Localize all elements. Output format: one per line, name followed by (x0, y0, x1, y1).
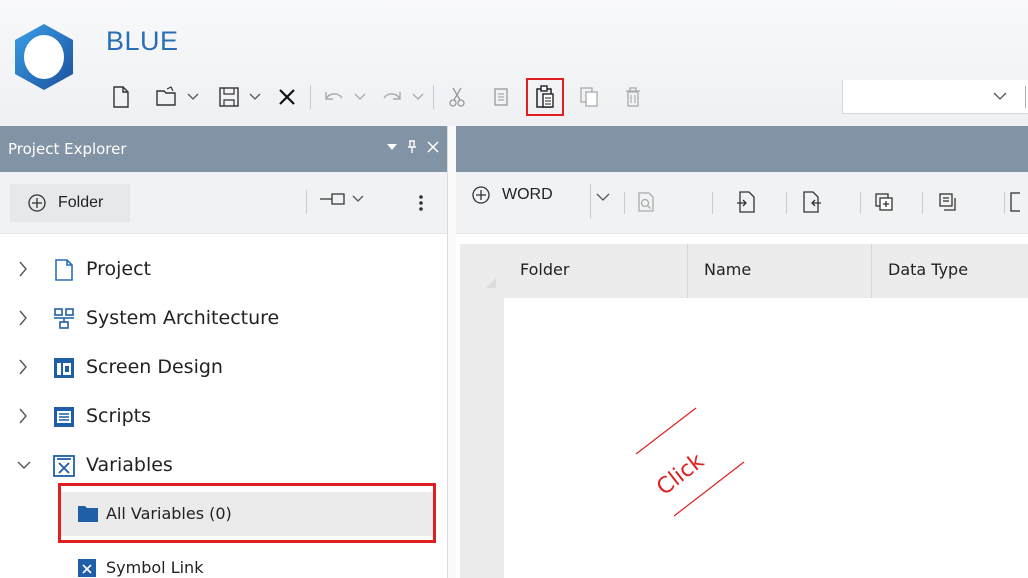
tree-item-label: Screen Design (86, 356, 223, 378)
add-row-icon[interactable] (870, 188, 898, 216)
add-folder-button[interactable]: Folder (10, 184, 130, 222)
chevron-down-icon[interactable] (16, 460, 32, 470)
word-button-label: WORD (502, 186, 553, 203)
tree-item-label: Symbol Link (106, 558, 204, 577)
chevron-down-icon (352, 195, 364, 202)
grid-body[interactable] (504, 298, 1028, 578)
export-icon[interactable] (798, 188, 826, 216)
tree-item-symbol-link[interactable]: Symbol Link (60, 546, 434, 578)
chevron-down-icon[interactable] (596, 192, 610, 202)
panel-close-icon[interactable] (427, 141, 439, 153)
add-word-button[interactable]: WORD (472, 186, 553, 204)
main-toolbar (104, 78, 650, 116)
new-file-icon[interactable] (104, 80, 138, 114)
tree-item-scripts[interactable]: Scripts (0, 395, 448, 439)
panel-toolbar: Folder (0, 172, 447, 234)
column-label: Name (704, 260, 752, 279)
cut-icon[interactable] (440, 80, 474, 114)
grid-header: Folder Name Data Type (504, 244, 1028, 298)
chevron-down-icon[interactable] (993, 89, 1007, 103)
paste-icon[interactable] (526, 78, 564, 116)
tree-item-screen-design[interactable]: Screen Design (0, 346, 448, 390)
copy-icon[interactable] (484, 80, 518, 114)
add-circle-icon (472, 186, 490, 204)
app-title: BLUE (106, 26, 179, 56)
panel-header: Project Explorer (0, 126, 447, 172)
column-header-data-type[interactable]: Data Type (872, 244, 1028, 298)
symbol-link-icon (78, 559, 96, 577)
title-bar: BLUE (0, 0, 1028, 126)
tree-item-label: Variables (86, 454, 173, 476)
screen-design-icon (54, 358, 74, 378)
undo-icon[interactable] (317, 80, 351, 114)
click-label: Click (652, 449, 709, 501)
save-dropdown-chevron-icon[interactable] (246, 93, 264, 101)
variables-icon (53, 455, 75, 477)
column-label: Data Type (888, 260, 969, 279)
column-header-folder[interactable]: Folder (504, 244, 688, 298)
link-mode-dropdown[interactable] (318, 192, 364, 206)
panel-splitter[interactable] (448, 126, 456, 578)
column-label: Folder (520, 260, 570, 279)
undo-dropdown-chevron-icon[interactable] (351, 93, 369, 101)
highlight-box (58, 483, 436, 543)
panel-menu-dropdown-icon[interactable] (387, 143, 397, 151)
save-icon[interactable] (212, 80, 246, 114)
tree-item-label: Scripts (86, 405, 152, 427)
blue-logo-icon (15, 24, 73, 90)
folder-button-label: Folder (58, 194, 104, 211)
scripts-icon (54, 407, 74, 427)
duplicate-icon[interactable] (572, 80, 606, 114)
pin-icon[interactable] (407, 140, 417, 154)
click-annotation: Click (635, 407, 745, 517)
tree-item-label: Project (86, 258, 152, 280)
chevron-right-icon[interactable] (18, 358, 28, 376)
toolbar-combo-box[interactable] (842, 80, 1028, 114)
column-header-name[interactable]: Name (688, 244, 872, 298)
chevron-right-icon[interactable] (18, 309, 28, 327)
editor-header (456, 126, 1028, 172)
toolbar-divider (433, 85, 434, 109)
delete-icon[interactable] (616, 80, 650, 114)
find-icon[interactable] (632, 188, 660, 216)
redo-dropdown-chevron-icon[interactable] (409, 93, 427, 101)
open-dropdown-chevron-icon[interactable] (184, 93, 202, 101)
tree-item-variables[interactable]: Variables (0, 444, 448, 488)
editor-toolbar: WORD (456, 172, 1028, 234)
redo-icon[interactable] (375, 80, 409, 114)
panel-title: Project Explorer (8, 140, 127, 158)
add-circle-icon (28, 194, 46, 212)
link-pin-icon (320, 193, 345, 205)
chevron-right-icon[interactable] (18, 407, 28, 425)
copy-row-icon[interactable] (934, 188, 962, 216)
import-icon[interactable] (732, 188, 760, 216)
toolbar-divider (310, 85, 311, 109)
tree-item-project[interactable]: Project (0, 248, 448, 292)
architecture-icon (54, 308, 74, 329)
open-folder-icon[interactable] (150, 80, 184, 114)
more-options-icon[interactable] (418, 194, 424, 212)
row-header-gutter (460, 244, 504, 578)
tree-item-label: System Architecture (86, 307, 280, 329)
document-icon (55, 259, 73, 281)
tree-item-system-architecture[interactable]: System Architecture (0, 297, 448, 341)
close-icon[interactable] (270, 80, 304, 114)
select-all-corner[interactable] (486, 278, 496, 288)
chevron-right-icon[interactable] (18, 260, 28, 278)
more-tools-icon[interactable] (1010, 188, 1028, 216)
